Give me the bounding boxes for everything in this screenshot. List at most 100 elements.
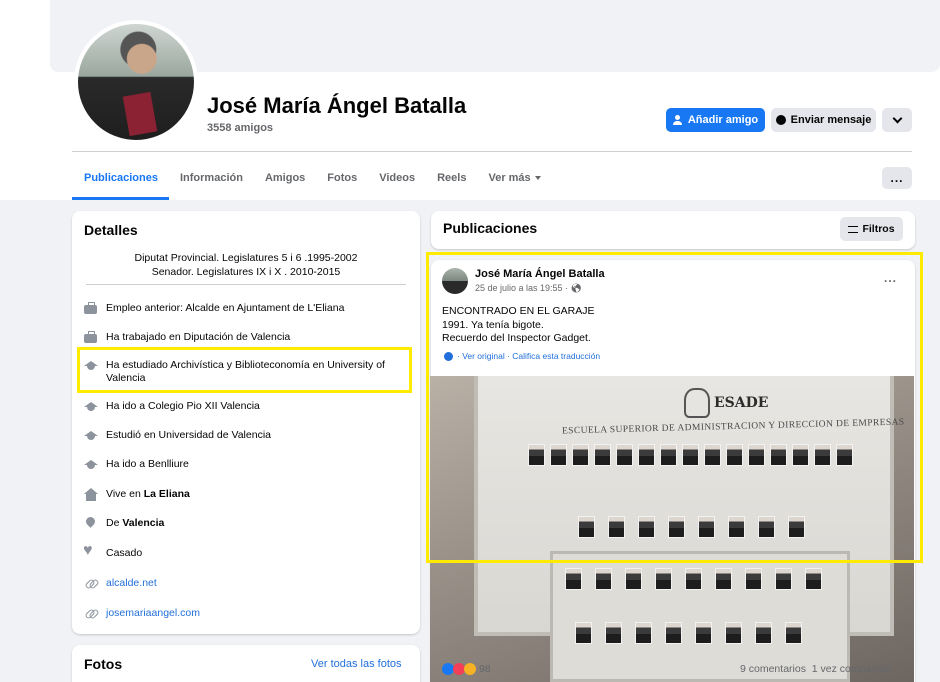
detail-school-benlliure: Ha ido a Benlliure	[84, 458, 404, 471]
tabs-more-button[interactable]: ...	[882, 167, 912, 189]
haha-reaction-icon	[464, 663, 476, 675]
portrait-photo	[785, 622, 802, 644]
graduation-cap-icon	[84, 429, 98, 442]
dropdown-arrow-icon	[534, 176, 541, 181]
post-text: ENCONTRADO EN EL GARAJE 1991. Ya tenía b…	[442, 305, 595, 344]
portrait-photo	[638, 444, 655, 466]
detail-lives-in: Vive en La Eliana	[84, 488, 404, 501]
header-divider	[72, 151, 912, 152]
school-heading: ESCUELA SUPERIOR DE ADMINISTRACION Y DIR…	[561, 417, 905, 437]
globe-icon: 🌎︎	[570, 283, 583, 293]
details-card: Detalles Diputat Provincial. Legislature…	[72, 211, 420, 634]
portrait-photo	[805, 568, 822, 590]
send-message-button[interactable]: Enviar mensaje	[771, 108, 876, 132]
post-author-avatar[interactable]	[442, 268, 468, 294]
bio: Diputat Provincial. Legislatures 5 i 6 .…	[72, 251, 420, 279]
translation-links[interactable]: · Ver original · Califica esta traducció…	[457, 351, 600, 361]
portrait-photo	[528, 444, 545, 466]
friend-count[interactable]: 3558 amigos	[207, 122, 273, 134]
briefcase-icon	[84, 302, 97, 314]
tab-publicaciones[interactable]: Publicaciones	[72, 160, 169, 200]
portrait-photo	[770, 444, 787, 466]
website-link[interactable]: josemariaangel.com	[106, 607, 200, 620]
tab-reels[interactable]: Reels	[426, 160, 477, 200]
post-timestamp[interactable]: 25 de julio a las 19:55 · 🌎︎	[475, 283, 582, 294]
see-all-photos-link[interactable]: Ver todas las fotos	[311, 658, 402, 670]
profile-name: José María Ángel Batalla	[207, 93, 467, 118]
link-icon	[84, 607, 97, 620]
portrait-photo	[595, 568, 612, 590]
portrait-photo	[788, 516, 805, 538]
detail-studied: Ha estudiado Archivística y Bibliotecono…	[84, 359, 404, 385]
translate-gear-icon	[444, 352, 453, 361]
portrait-photo	[594, 444, 611, 466]
website-link[interactable]: alcalde.net	[106, 577, 157, 590]
portrait-photo	[755, 622, 772, 644]
tab-fotos[interactable]: Fotos	[316, 160, 368, 200]
add-friend-button[interactable]: Añadir amigo	[666, 108, 765, 132]
add-user-icon	[672, 115, 683, 125]
tab-ver-mas[interactable]: Ver más	[477, 160, 551, 200]
posts-title: Publicaciones	[443, 220, 538, 236]
portrait-photo	[685, 568, 702, 590]
esade-logo-icon	[684, 388, 710, 418]
portrait-photo	[605, 622, 622, 644]
portrait-photo	[836, 444, 853, 466]
portrait-photo	[660, 444, 677, 466]
detail-from: De Valencia	[84, 517, 404, 530]
portrait-photo	[572, 444, 589, 466]
filter-icon	[848, 225, 859, 233]
post-stats: 9 comentarios 1 vez compartido	[740, 663, 892, 675]
messenger-icon	[775, 115, 786, 125]
portrait-photo	[726, 444, 743, 466]
detail-university: Estudió en Universidad de Valencia	[84, 429, 404, 442]
portrait-photo	[575, 622, 592, 644]
portrait-photo	[578, 516, 595, 538]
heart-icon	[83, 544, 97, 560]
bio-divider	[86, 284, 406, 285]
portrait-photo	[638, 516, 655, 538]
shares-count[interactable]: 1 vez compartido	[812, 663, 892, 675]
portrait-photo	[698, 516, 715, 538]
house-icon	[84, 488, 98, 501]
esade-logo-text: ESADE	[714, 395, 769, 411]
post-author-name[interactable]: José María Ángel Batalla	[475, 268, 605, 280]
profile-header: José María Ángel Batalla 3558 amigos Aña…	[0, 0, 940, 200]
filters-button[interactable]: Filtros	[840, 217, 903, 241]
location-pin-icon	[84, 517, 97, 530]
portrait-photo	[704, 444, 721, 466]
portrait-photo	[695, 622, 712, 644]
detail-work: Ha trabajado en Diputación de Valencia	[84, 331, 404, 344]
link-icon	[84, 577, 97, 590]
detail-school-pio: Ha ido a Colegio Pio XII Valencia	[84, 400, 404, 413]
detail-relationship: Casado	[83, 544, 404, 560]
portrait-photo	[682, 444, 699, 466]
post-options-button[interactable]: ...	[884, 271, 897, 285]
tab-amigos[interactable]: Amigos	[254, 160, 316, 200]
portrait-photo	[775, 568, 792, 590]
reactions-summary[interactable]: 98	[442, 663, 491, 675]
graduation-cap-icon	[84, 400, 98, 413]
profile-avatar[interactable]	[74, 20, 198, 144]
portrait-photo	[616, 444, 633, 466]
details-title: Detalles	[84, 222, 138, 238]
bio-line: Senador. Legislatures IX i X . 2010-2015	[151, 266, 341, 278]
portrait-photo	[748, 444, 765, 466]
post-image[interactable]: ESADE ESCUELA SUPERIOR DE ADMINISTRACION…	[430, 376, 914, 682]
comments-count[interactable]: 9 comentarios	[740, 663, 806, 675]
tab-informacion[interactable]: Información	[169, 160, 254, 200]
graduation-cap-icon	[84, 458, 98, 471]
portrait-photo	[550, 444, 567, 466]
chevron-down-icon	[892, 113, 902, 124]
portrait-photo	[665, 622, 682, 644]
portrait-photo	[792, 444, 809, 466]
portrait-photo	[668, 516, 685, 538]
detail-website-alcalde: alcalde.net	[84, 577, 404, 590]
portrait-photo	[728, 516, 745, 538]
profile-dropdown-button[interactable]	[882, 108, 912, 132]
reaction-count: 98	[479, 663, 491, 675]
profile-tabs: Publicaciones Información Amigos Fotos V…	[72, 160, 552, 200]
portrait-photo	[655, 568, 672, 590]
briefcase-icon	[84, 331, 97, 343]
tab-videos[interactable]: Videos	[368, 160, 426, 200]
